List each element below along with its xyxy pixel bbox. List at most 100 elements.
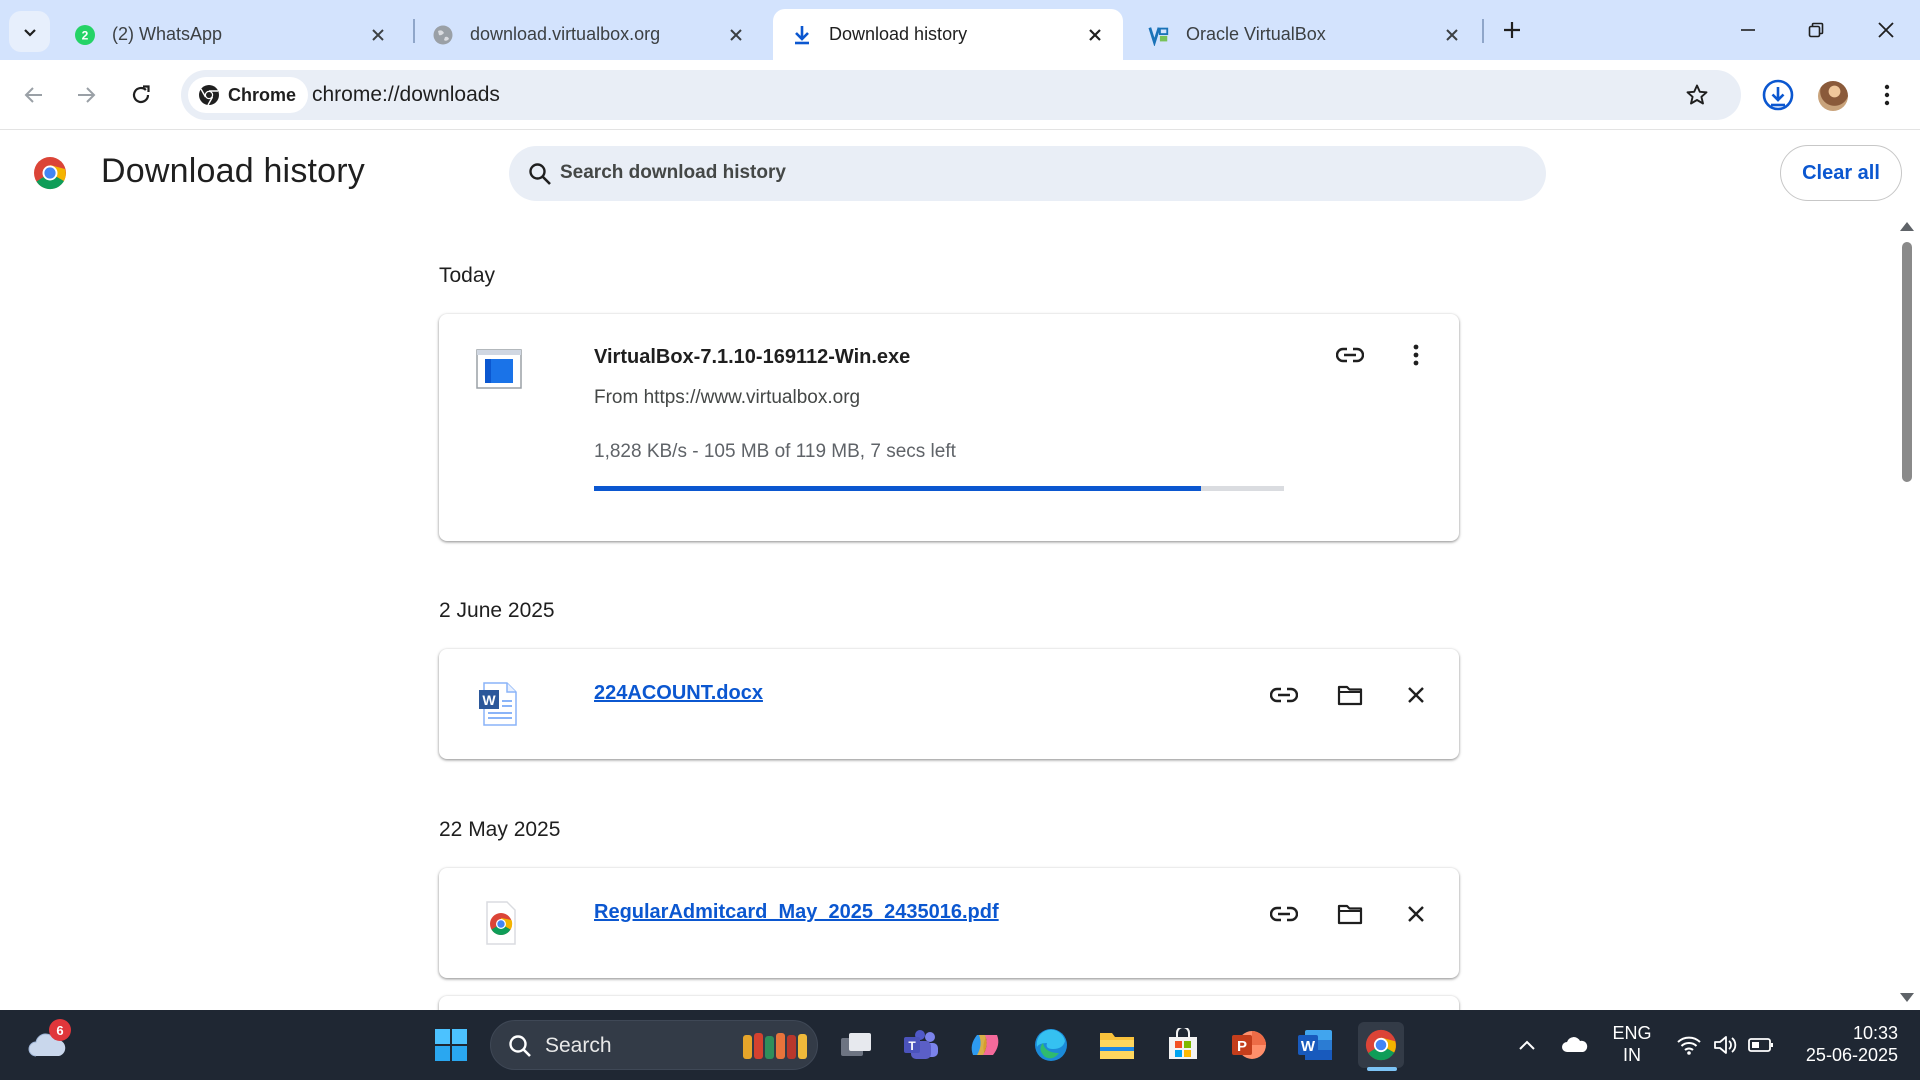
forward-button[interactable] [66, 75, 106, 115]
date-header: Today [439, 264, 496, 287]
download-item: RegularAdmitcard_May_2025_2435016.pdf [439, 868, 1459, 978]
tab-strip: 2 (2) WhatsApp download.virtualbox.org D… [0, 0, 1920, 60]
search-highlight-icon [743, 1033, 807, 1059]
download-item: VirtualBox-7.1.10-169112-Win.exe From ht… [439, 314, 1459, 541]
taskbar-search-label: Search [545, 1034, 612, 1057]
tab-search-button[interactable] [9, 11, 50, 52]
word-document-icon: W [479, 682, 517, 726]
close-icon[interactable] [1081, 21, 1109, 49]
search-icon [509, 1035, 531, 1057]
scrollbar-thumb[interactable] [1902, 242, 1912, 482]
store-icon [1169, 1028, 1197, 1059]
edge-app[interactable] [1028, 1022, 1074, 1068]
link-icon [1270, 687, 1298, 703]
powerpoint-icon: P [1232, 1031, 1266, 1059]
file-explorer-app[interactable] [1094, 1022, 1140, 1068]
address-bar[interactable]: Chrome chrome://downloads [181, 70, 1741, 120]
chrome-logo-icon [34, 157, 66, 190]
url-text[interactable]: chrome://downloads [312, 83, 500, 107]
powerpoint-app[interactable]: P [1226, 1022, 1272, 1068]
scroll-down-arrow[interactable] [1900, 993, 1914, 1002]
file-name-link[interactable]: 224ACOUNT.docx [594, 682, 763, 705]
show-hidden-icons-button[interactable] [1504, 1022, 1550, 1068]
folder-icon [1337, 685, 1363, 706]
download-icon [791, 24, 813, 46]
chevron-down-icon [23, 28, 36, 37]
start-button[interactable] [428, 1022, 474, 1068]
tab-virtualbox-download[interactable]: download.virtualbox.org [414, 9, 764, 60]
reload-button[interactable] [121, 75, 161, 115]
active-app-indicator [1367, 1067, 1397, 1071]
date-header: 22 May 2025 [439, 818, 561, 841]
clock[interactable]: 10:33 25-06-2025 [1780, 1022, 1910, 1066]
download-progress-bar [594, 486, 1284, 491]
profile-avatar[interactable] [1818, 81, 1848, 111]
chevron-up-icon [1519, 1040, 1535, 1050]
menu-button[interactable] [1867, 75, 1907, 115]
battery-icon [1748, 1038, 1773, 1052]
exe-file-icon [476, 349, 522, 389]
download-progress-fill [594, 486, 1202, 491]
file-name: VirtualBox-7.1.10-169112-Win.exe [594, 346, 911, 368]
more-actions-button[interactable] [1396, 335, 1436, 375]
close-window-button[interactable] [1858, 8, 1914, 52]
show-in-folder-button[interactable] [1330, 894, 1370, 934]
chrome-app[interactable] [1358, 1022, 1404, 1068]
word-icon: W [1298, 1030, 1332, 1060]
windows-icon [435, 1029, 467, 1061]
search-placeholder: Search download history [560, 162, 786, 183]
close-icon[interactable] [364, 21, 392, 49]
task-view-button[interactable] [833, 1022, 879, 1068]
language-indicator[interactable]: ENG IN [1604, 1022, 1660, 1066]
page-title: Download history [101, 152, 365, 190]
show-in-folder-button[interactable] [1330, 675, 1370, 715]
remove-button[interactable] [1396, 894, 1436, 934]
battery-status[interactable] [1738, 1022, 1784, 1068]
file-name-link[interactable]: RegularAdmitcard_May_2025_2435016.pdf [594, 901, 999, 924]
close-icon [1408, 906, 1424, 922]
chrome-icon [199, 85, 219, 106]
onedrive-tray[interactable] [1552, 1022, 1598, 1068]
date-header: 2 June 2025 [439, 599, 555, 622]
restore-button[interactable] [1788, 8, 1844, 52]
word-app[interactable]: W [1292, 1022, 1338, 1068]
clear-all-button[interactable]: Clear all [1780, 145, 1902, 201]
copy-link-button[interactable] [1330, 335, 1370, 375]
folder-icon [1337, 904, 1363, 925]
taskbar-search[interactable]: Search [490, 1020, 818, 1070]
site-info-chip[interactable]: Chrome [188, 77, 309, 113]
back-button[interactable] [14, 75, 54, 115]
teams-app[interactable]: T [898, 1022, 944, 1068]
close-icon[interactable] [1438, 21, 1466, 49]
chip-label: Chrome [228, 84, 297, 105]
remove-button[interactable] [1396, 675, 1436, 715]
tab-title: Download history [829, 24, 968, 44]
arrow-left-icon [24, 87, 42, 103]
tab-whatsapp[interactable]: 2 (2) WhatsApp [56, 9, 406, 60]
clock-time: 10:33 [1852, 1023, 1898, 1043]
tab-download-history[interactable]: Download history [773, 9, 1123, 60]
tab-oracle-virtualbox[interactable]: Oracle VirtualBox [1130, 9, 1480, 60]
notification-badge: 6 [49, 1019, 71, 1041]
minimize-button[interactable] [1720, 8, 1776, 52]
arrow-right-icon [78, 87, 96, 103]
minimize-icon [1741, 29, 1755, 31]
tab-title: download.virtualbox.org [470, 24, 661, 44]
more-vertical-icon [1884, 84, 1890, 106]
region-code: IN [1623, 1045, 1641, 1065]
copy-link-button[interactable] [1264, 894, 1304, 934]
new-tab-button[interactable] [1496, 14, 1528, 46]
svg-text:W: W [1301, 1038, 1316, 1055]
close-icon[interactable] [722, 21, 750, 49]
bookmark-button[interactable] [1681, 79, 1713, 111]
search-input[interactable]: Search download history [509, 146, 1546, 201]
chrome-pdf-file-icon [486, 901, 516, 945]
task-view-icon [841, 1033, 871, 1056]
copy-link-button[interactable] [1264, 675, 1304, 715]
close-icon [1408, 687, 1424, 703]
microsoft-store-app[interactable] [1160, 1022, 1206, 1068]
scroll-up-arrow[interactable] [1900, 222, 1914, 231]
copilot-app[interactable] [962, 1022, 1008, 1068]
tab-title: Oracle VirtualBox [1186, 24, 1326, 44]
downloads-button[interactable] [1758, 75, 1798, 115]
